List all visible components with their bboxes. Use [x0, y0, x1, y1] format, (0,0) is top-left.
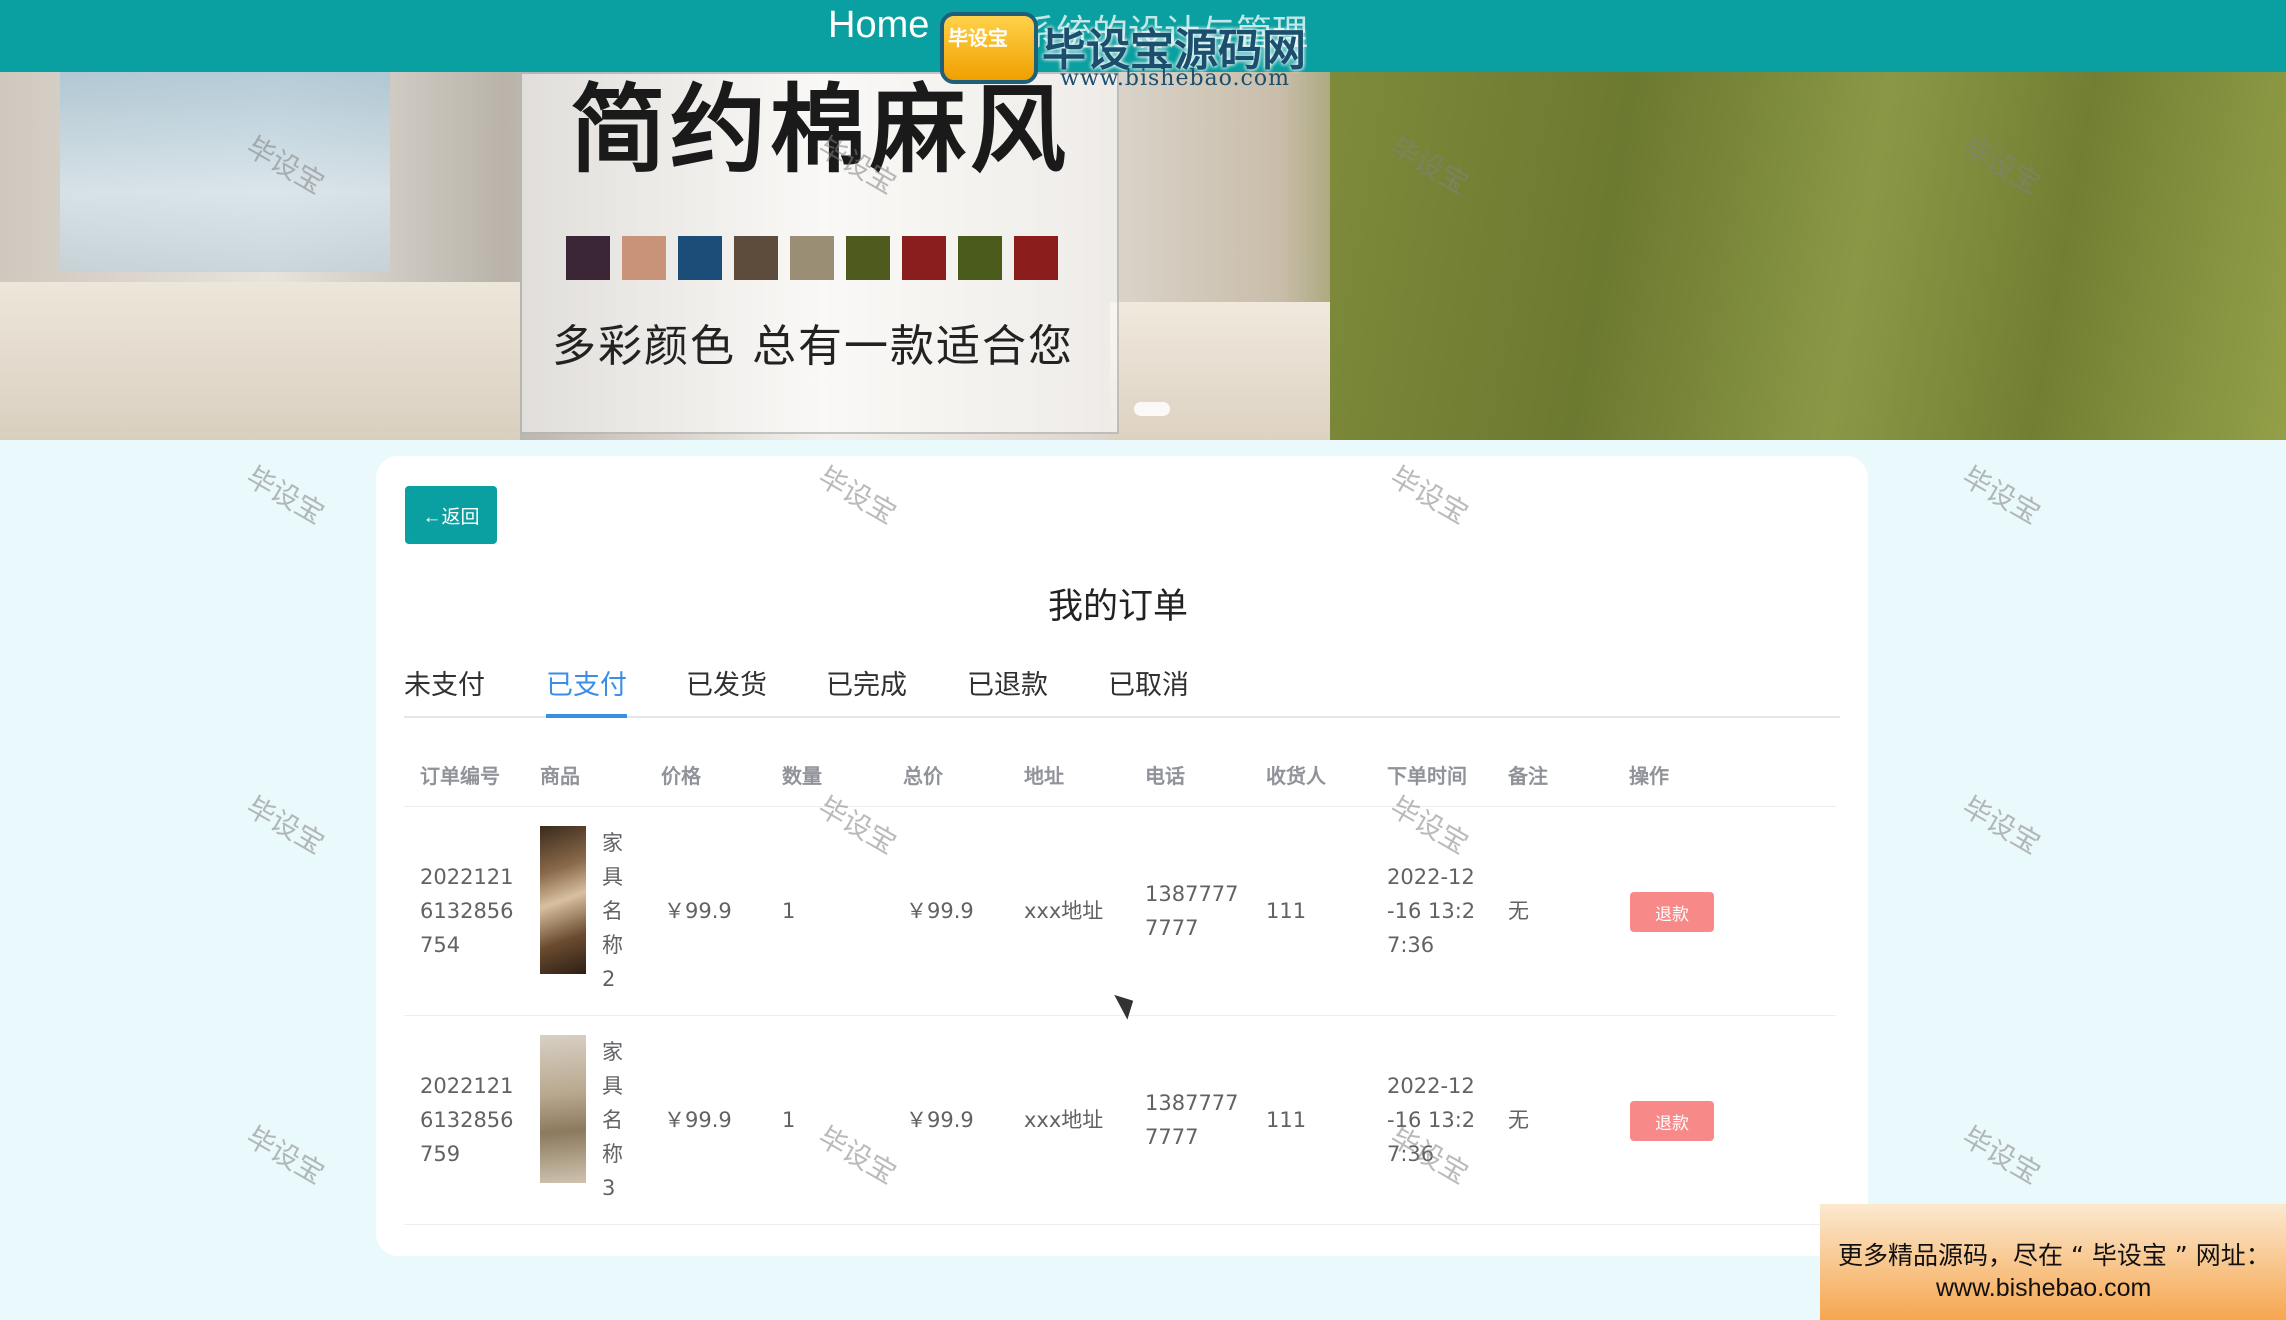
remark-cell: 无	[1508, 899, 1529, 923]
total-cell: ￥99.9	[906, 899, 974, 923]
watermark-text: 毕设宝	[240, 790, 330, 861]
promo-line-1: 更多精品源码，尽在 “ 毕设宝 ” 网址：	[1838, 1241, 2271, 1270]
color-swatch	[958, 236, 1002, 280]
column-header: 操作	[1629, 764, 1669, 788]
column-header: 商品	[540, 764, 580, 788]
tab-shipped[interactable]: 已发货	[686, 666, 767, 714]
remark-cell: 无	[1508, 1108, 1529, 1132]
column-header: 地址	[1024, 764, 1064, 788]
tab-cancelled[interactable]: 已取消	[1108, 666, 1189, 714]
color-swatch	[1014, 236, 1058, 280]
promo-url[interactable]: www.bishebao.com	[1936, 1274, 2151, 1303]
banner-curtain-image	[1330, 72, 2286, 440]
quantity-cell: 1	[782, 899, 796, 923]
tab-completed[interactable]: 已完成	[826, 666, 907, 714]
tab-refunded[interactable]: 已退款	[967, 666, 1048, 714]
banner-bed-image-2	[1110, 302, 1340, 440]
receiver-cell: 111	[1266, 899, 1307, 923]
color-swatch	[790, 236, 834, 280]
column-header: 总价	[903, 764, 943, 788]
order-number-cell: 2022121 6132856 754	[420, 865, 514, 957]
order-status-tabs: 未支付 已支付 已发货 已完成 已退款 已取消	[404, 666, 1840, 718]
order-number-cell: 2022121 6132856 759	[420, 1074, 514, 1166]
watermark-text: 毕设宝	[1956, 460, 2046, 531]
promo-banner[interactable]: 更多精品源码，尽在 “ 毕设宝 ” 网址： www.bishebao.com	[1820, 1204, 2286, 1320]
banner-slogan: 多彩颜色 总有一款适合您	[552, 321, 1074, 372]
price-cell: ￥99.9	[664, 1108, 732, 1132]
column-header: 数量	[782, 764, 822, 788]
refund-button[interactable]: 退款	[1630, 1101, 1714, 1141]
page-title: 我的订单	[1048, 587, 1189, 627]
column-header: 电话	[1145, 764, 1185, 788]
order-time-cell: 2022-12 -16 13:2 7:36	[1387, 1074, 1476, 1166]
product-name[interactable]: 家 具 名 称 2	[602, 826, 624, 996]
address-cell: xxx地址	[1024, 1108, 1104, 1132]
nav-home-link[interactable]: Home	[828, 4, 929, 47]
product-thumbnail[interactable]	[540, 826, 586, 974]
color-swatch	[734, 236, 778, 280]
banner-bed-image	[0, 282, 520, 440]
phone-cell: 1387777 7777	[1145, 882, 1239, 940]
logo-badge-text: 毕设宝	[948, 26, 1008, 50]
row-divider	[404, 1015, 1836, 1016]
watermark-text: 毕设宝	[1956, 790, 2046, 861]
hero-banner[interactable]: 简约棉麻风 多彩颜色 总有一款适合您	[0, 72, 2286, 440]
column-header: 价格	[661, 764, 701, 788]
color-swatch	[902, 236, 946, 280]
tab-unpaid[interactable]: 未支付	[404, 666, 485, 714]
column-header: 订单编号	[420, 764, 500, 788]
color-swatch	[678, 236, 722, 280]
column-header: 收货人	[1266, 764, 1326, 788]
quantity-cell: 1	[782, 1108, 796, 1132]
carousel-indicator[interactable]	[1134, 402, 1170, 416]
color-swatch	[846, 236, 890, 280]
total-cell: ￥99.9	[906, 1108, 974, 1132]
tab-paid[interactable]: 已支付	[546, 666, 627, 718]
price-cell: ￥99.9	[664, 899, 732, 923]
back-button[interactable]: ←返回	[405, 486, 497, 544]
banner-window-image	[60, 72, 390, 272]
color-swatch	[622, 236, 666, 280]
receiver-cell: 111	[1266, 1108, 1307, 1132]
row-divider	[404, 806, 1836, 807]
phone-cell: 1387777 7777	[1145, 1091, 1239, 1149]
site-logo-watermark: 毕设宝 毕设宝源码网 www.bishebao.com	[930, 8, 1322, 100]
watermark-text: 毕设宝	[240, 460, 330, 531]
refund-button[interactable]: 退款	[1630, 892, 1714, 932]
color-swatches	[566, 236, 1058, 280]
watermark-text: 毕设宝	[1956, 1120, 2046, 1191]
logo-url: www.bishebao.com	[1060, 66, 1290, 91]
order-time-cell: 2022-12 -16 13:2 7:36	[1387, 865, 1476, 957]
color-swatch	[566, 236, 610, 280]
watermark-text: 毕设宝	[240, 1120, 330, 1191]
column-header: 备注	[1508, 764, 1548, 788]
column-header: 下单时间	[1387, 764, 1467, 788]
row-divider	[404, 1224, 1836, 1225]
product-name[interactable]: 家 具 名 称 3	[602, 1035, 624, 1205]
product-thumbnail[interactable]	[540, 1035, 586, 1183]
address-cell: xxx地址	[1024, 899, 1104, 923]
